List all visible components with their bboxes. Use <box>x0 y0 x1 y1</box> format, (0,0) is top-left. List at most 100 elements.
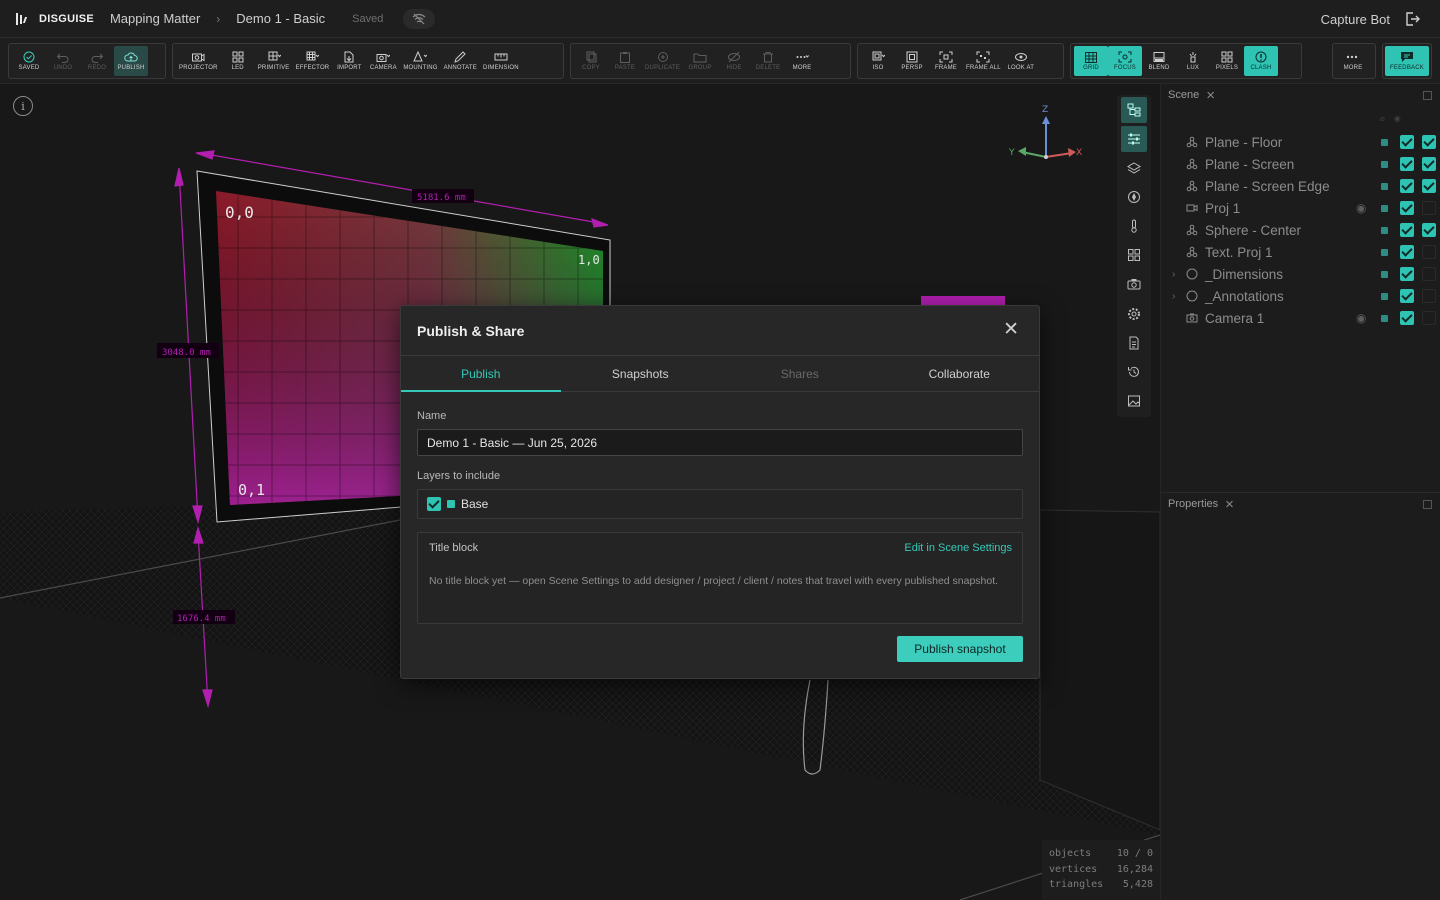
delete-button[interactable]: DELETE <box>751 46 785 76</box>
duplicate-button[interactable]: DUPLICATE <box>642 46 683 76</box>
persp-button[interactable]: PERSP <box>895 46 929 76</box>
camera-button[interactable] <box>1121 272 1147 298</box>
iso-button[interactable]: ISO <box>861 46 895 76</box>
properties-tab[interactable]: Properties × <box>1168 497 1234 512</box>
properties-button[interactable] <box>1121 126 1147 152</box>
selectable-checkbox[interactable] <box>1422 223 1436 237</box>
brand-logo[interactable]: DISGUISE <box>16 12 94 26</box>
info-icon[interactable]: i <box>13 96 33 116</box>
dimension-button[interactable]: DIMENSION <box>480 46 522 76</box>
blend-button[interactable]: BLEND <box>1142 46 1176 76</box>
user-name[interactable]: Capture Bot <box>1321 12 1390 27</box>
tree-item-sphere-center[interactable]: Sphere - Center <box>1160 219 1440 241</box>
close-icon[interactable]: × <box>1206 88 1215 103</box>
annotate-button[interactable]: ANNOTATE <box>441 46 480 76</box>
selectable-checkbox[interactable] <box>1422 135 1436 149</box>
popout-icon[interactable] <box>1423 91 1432 100</box>
breadcrumb-project[interactable]: Mapping Matter <box>110 11 200 26</box>
chevron-right-icon[interactable]: › <box>1172 269 1175 280</box>
visibility-checkbox[interactable] <box>1400 201 1414 215</box>
tab-shares[interactable]: Shares <box>720 356 880 391</box>
visibility-checkbox[interactable] <box>1400 311 1414 325</box>
visibility-checkbox[interactable] <box>1400 135 1414 149</box>
frame-button[interactable]: FRAME <box>929 46 963 76</box>
tree-item-plane-floor[interactable]: Plane - Floor <box>1160 131 1440 153</box>
mounting-button[interactable]: MOUNTING <box>400 46 440 76</box>
tab-publish[interactable]: Publish <box>401 356 561 392</box>
grid-button[interactable]: GRID <box>1074 46 1108 76</box>
selectable-checkbox[interactable] <box>1422 157 1436 171</box>
layer-checkbox[interactable] <box>427 497 441 511</box>
visibility-checkbox[interactable] <box>1400 157 1414 171</box>
camera-button[interactable]: CAMERA <box>366 46 400 76</box>
compass-button[interactable] <box>1121 184 1147 210</box>
pixels-button[interactable]: PIXELS <box>1210 46 1244 76</box>
tree-item-dimensions[interactable]: › _Dimensions <box>1160 263 1440 285</box>
visibility-checkbox[interactable] <box>1400 245 1414 259</box>
scene-tree-button[interactable] <box>1121 97 1147 123</box>
selectable-checkbox[interactable] <box>1422 267 1436 281</box>
led-button[interactable]: LED <box>221 46 255 76</box>
undo-button[interactable]: UNDO <box>46 46 80 76</box>
visibility-checkbox[interactable] <box>1400 289 1414 303</box>
effector-button[interactable]: EFFECTOR <box>293 46 333 76</box>
publish-button[interactable]: PUBLISH <box>114 46 148 76</box>
tree-item-proj-1[interactable]: Proj 1 ◉ <box>1160 197 1440 219</box>
primitive-button[interactable]: PRIMITIVE <box>255 46 293 76</box>
thermometer-button[interactable] <box>1121 213 1147 239</box>
popout-icon[interactable] <box>1423 500 1432 509</box>
tree-item-plane-screen[interactable]: Plane - Screen <box>1160 153 1440 175</box>
close-icon[interactable]: ✕ <box>1003 320 1019 340</box>
edit-scene-settings-link[interactable]: Edit in Scene Settings <box>904 542 1012 554</box>
frame-all-button[interactable]: FRAME ALL <box>963 46 1004 76</box>
focus-button[interactable]: FOCUS <box>1108 46 1142 76</box>
tree-item-text-proj-1[interactable]: Text. Proj 1 <box>1160 241 1440 263</box>
visibility-checkbox[interactable] <box>1400 223 1414 237</box>
selectable-checkbox[interactable] <box>1422 201 1436 215</box>
tab-collaborate[interactable]: Collaborate <box>880 356 1040 391</box>
layers-button[interactable] <box>1121 155 1147 181</box>
eye-icon[interactable]: ◉ <box>1356 311 1366 325</box>
redo-button[interactable]: REDO <box>80 46 114 76</box>
layer-row[interactable]: Base <box>417 489 1023 519</box>
tree-item-plane-screen-edge[interactable]: Plane - Screen Edge <box>1160 175 1440 197</box>
more-button[interactable]: MORE <box>1336 46 1370 76</box>
close-icon[interactable]: × <box>1225 497 1234 512</box>
logout-icon[interactable] <box>1404 11 1420 27</box>
chevron-right-icon[interactable]: › <box>1172 291 1175 302</box>
snapshot-name-input[interactable] <box>417 429 1023 456</box>
scene-tab[interactable]: Scene × <box>1168 88 1215 103</box>
image-button[interactable] <box>1121 388 1147 414</box>
selectable-checkbox[interactable] <box>1422 245 1436 259</box>
eye-icon[interactable]: ◉ <box>1356 201 1366 215</box>
tab-snapshots[interactable]: Snapshots <box>561 356 721 391</box>
look-at-button[interactable]: LOOK AT <box>1004 46 1038 76</box>
axis-gizmo[interactable]: Z X Y <box>1008 105 1082 159</box>
visibility-checkbox[interactable] <box>1400 267 1414 281</box>
publish-snapshot-button[interactable]: Publish snapshot <box>897 636 1023 662</box>
copy-button[interactable]: COPY <box>574 46 608 76</box>
title-block-message: No title block yet — open Scene Settings… <box>429 575 999 587</box>
history-button[interactable] <box>1121 359 1147 385</box>
selectable-checkbox[interactable] <box>1422 289 1436 303</box>
more-button[interactable]: MORE <box>785 46 819 76</box>
settings-button[interactable] <box>1121 301 1147 327</box>
grid-view-button[interactable] <box>1121 242 1147 268</box>
selectable-checkbox[interactable] <box>1422 311 1436 325</box>
group-button[interactable]: GROUP <box>683 46 717 76</box>
selectable-checkbox[interactable] <box>1422 179 1436 193</box>
saved-button[interactable]: SAVED <box>12 46 46 76</box>
projector-button[interactable]: PROJECTOR <box>176 46 221 76</box>
hide-button[interactable]: HIDE <box>717 46 751 76</box>
connection-toggle[interactable] <box>403 8 436 29</box>
tree-item-annotations[interactable]: › _Annotations <box>1160 285 1440 307</box>
document-button[interactable] <box>1121 330 1147 356</box>
tree-item-camera-1[interactable]: Camera 1 ◉ <box>1160 307 1440 329</box>
clash-button[interactable]: CLASH <box>1244 46 1278 76</box>
feedback-button[interactable]: FEEDBACK <box>1385 46 1429 76</box>
paste-button[interactable]: PASTE <box>608 46 642 76</box>
breadcrumb-document[interactable]: Demo 1 - Basic <box>236 11 325 26</box>
import-button[interactable]: IMPORT <box>332 46 366 76</box>
lux-button[interactable]: LUX <box>1176 46 1210 76</box>
visibility-checkbox[interactable] <box>1400 179 1414 193</box>
